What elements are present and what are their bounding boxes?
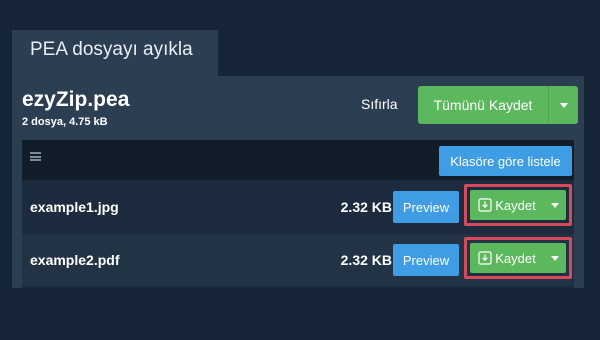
save-button-group: Kaydet xyxy=(470,190,566,220)
file-name: example2.pdf xyxy=(30,252,120,268)
list-by-folder-button[interactable]: Klasöre göre listele xyxy=(439,146,572,176)
tab-label: PEA dosyayı ayıkla xyxy=(30,39,193,60)
save-button-label: Kaydet xyxy=(495,250,536,266)
file-row: example1.jpg 2.32 KB Preview Kaydet xyxy=(22,181,574,233)
preview-button[interactable]: Preview xyxy=(393,191,459,223)
caret-down-icon xyxy=(551,255,559,261)
file-row: example2.pdf 2.32 KB Preview Kaydet xyxy=(22,234,574,286)
save-button-highlight: Kaydet xyxy=(464,237,572,279)
reset-link[interactable]: Sıfırla xyxy=(361,96,398,112)
file-size: 2.32 KB xyxy=(340,199,392,215)
caret-down-icon xyxy=(551,202,559,208)
archive-name: ezyZip.pea xyxy=(22,88,130,111)
save-button[interactable]: Kaydet xyxy=(470,243,544,273)
save-all-button[interactable]: Tümünü Kaydet xyxy=(418,86,548,124)
download-icon xyxy=(478,198,492,212)
save-all-dropdown-toggle[interactable] xyxy=(548,86,578,124)
save-dropdown-toggle[interactable] xyxy=(544,190,566,220)
save-button[interactable]: Kaydet xyxy=(470,190,544,220)
archive-meta: 2 dosya, 4.75 kB xyxy=(22,116,108,128)
caret-down-icon xyxy=(559,102,568,108)
file-list-header: Klasöre göre listele xyxy=(22,140,574,180)
save-button-highlight: Kaydet xyxy=(464,184,572,226)
file-size: 2.32 KB xyxy=(340,252,392,268)
save-all-button-group: Tümünü Kaydet xyxy=(418,86,578,124)
preview-button[interactable]: Preview xyxy=(393,244,459,276)
file-name: example1.jpg xyxy=(30,199,119,215)
download-icon xyxy=(478,251,492,265)
tab-extract-pea[interactable]: PEA dosyayı ayıkla xyxy=(12,30,218,76)
save-dropdown-toggle[interactable] xyxy=(544,243,566,273)
save-button-label: Kaydet xyxy=(495,197,536,213)
file-list: Klasöre göre listele example1.jpg 2.32 K… xyxy=(22,140,574,288)
archive-panel: ezyZip.pea 2 dosya, 4.75 kB Sıfırla Tümü… xyxy=(12,76,584,288)
save-button-group: Kaydet xyxy=(470,243,566,273)
hamburger-icon[interactable] xyxy=(30,152,41,161)
